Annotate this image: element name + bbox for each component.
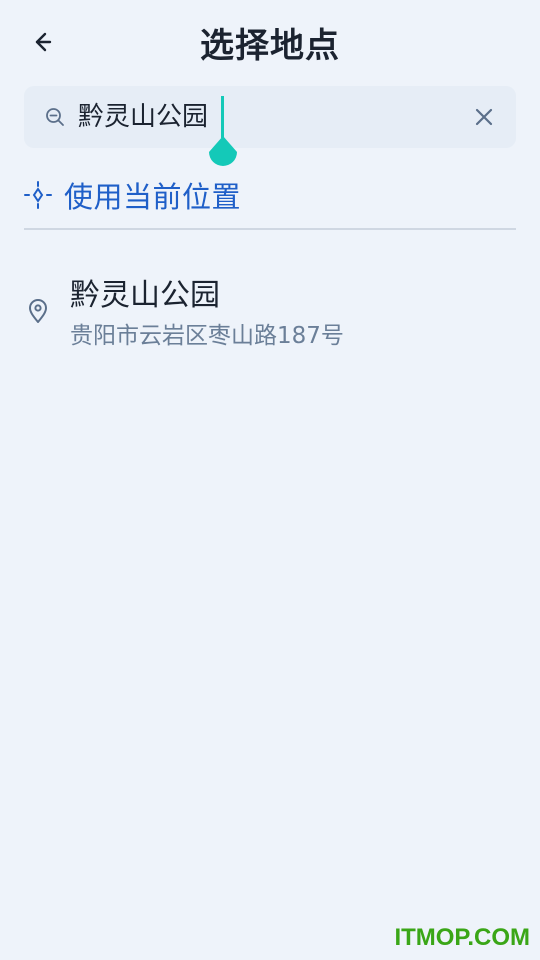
watermark-logo: ITMOP.COM bbox=[394, 924, 530, 951]
map-pin-icon bbox=[29, 299, 47, 323]
divider bbox=[24, 228, 516, 230]
result-address: 贵阳市云岩区枣山路187号 bbox=[70, 323, 344, 349]
zoom-out-icon bbox=[46, 108, 64, 126]
app-header: 选择地点 bbox=[0, 0, 540, 84]
current-location-label: 使用当前位置 bbox=[64, 180, 242, 214]
list-item[interactable]: 黔灵山公园 贵阳市云岩区枣山路187号 bbox=[24, 264, 516, 356]
search-box[interactable]: 黔灵山公园 bbox=[24, 86, 516, 166]
page-title: 选择地点 bbox=[200, 26, 340, 66]
result-name: 黔灵山公园 bbox=[70, 278, 220, 313]
close-icon[interactable] bbox=[470, 103, 498, 131]
crosshair-icon bbox=[24, 181, 52, 209]
text-cursor bbox=[221, 96, 224, 138]
use-current-location-button[interactable]: 使用当前位置 bbox=[24, 172, 241, 218]
search-input[interactable]: 黔灵山公园 bbox=[78, 94, 208, 140]
cursor-handle-icon[interactable] bbox=[207, 136, 239, 172]
